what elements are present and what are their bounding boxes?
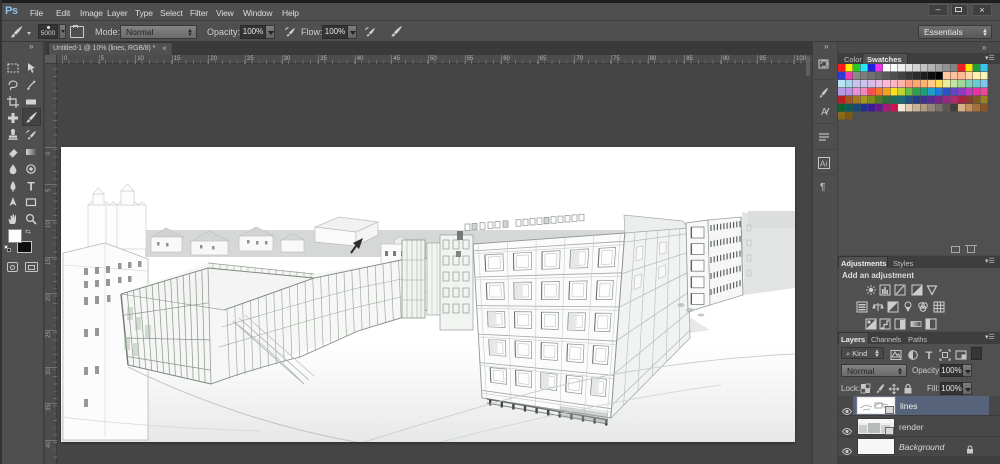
svg-text:T: T (27, 180, 35, 192)
svg-text:Ai: Ai (820, 160, 827, 169)
svg-text:¶: ¶ (820, 182, 825, 192)
svg-text:T: T (926, 350, 933, 361)
